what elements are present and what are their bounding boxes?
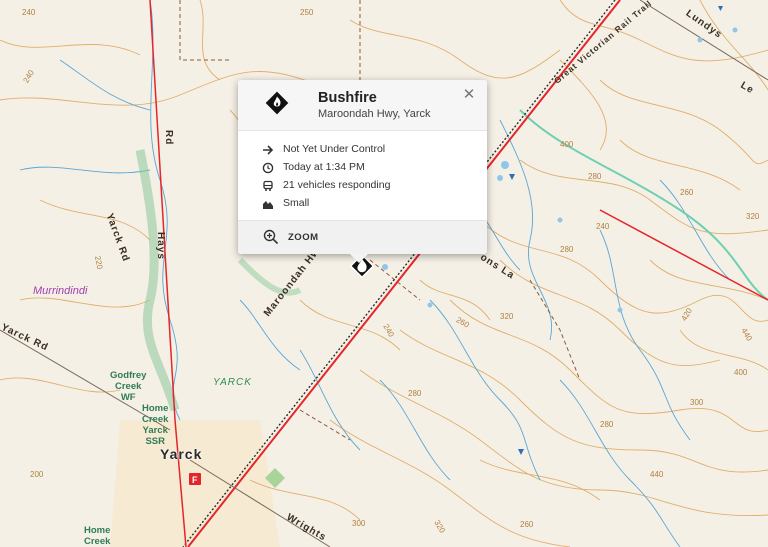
fire-station-icon[interactable]: F xyxy=(189,473,201,485)
bushfire-icon xyxy=(265,91,289,115)
popup-details: Not Yet Under Control Today at 1:34 PM 2… xyxy=(238,131,487,213)
road-label-hays: Hays xyxy=(155,232,166,260)
fire-station-label-godfrey-creek: Godfrey Creek WF xyxy=(110,370,147,403)
contour-label: 200 xyxy=(30,470,44,479)
arrow-right-icon xyxy=(263,145,274,155)
detail-status: Not Yet Under Control xyxy=(238,141,487,159)
svg-text:F: F xyxy=(192,475,198,485)
zoom-in-icon xyxy=(263,229,279,245)
contour-label: 320 xyxy=(500,312,514,321)
popup-title: Bushfire xyxy=(318,90,377,106)
contour-label: 320 xyxy=(746,212,760,221)
popup-location: Maroondah Hwy, Yarck xyxy=(318,108,431,120)
contour-label: 300 xyxy=(690,398,704,407)
detail-time: Today at 1:34 PM xyxy=(238,159,487,177)
locality-label: YARCK xyxy=(213,377,252,388)
detail-vehicles-text: 21 vehicles responding xyxy=(283,179,391,191)
incident-popup: Bushfire Maroondah Hwy, Yarck ✕ Not Yet … xyxy=(238,80,487,263)
truck-icon xyxy=(263,180,273,191)
contour-label: 240 xyxy=(22,8,36,17)
detail-status-text: Not Yet Under Control xyxy=(283,143,386,155)
popup-pointer xyxy=(350,254,368,263)
clock-icon xyxy=(262,162,274,174)
detail-size: Small xyxy=(238,195,487,213)
road-label-rd: Rd xyxy=(163,130,174,146)
detail-time-text: Today at 1:34 PM xyxy=(283,161,365,173)
area-icon xyxy=(263,201,273,209)
contour-label: 250 xyxy=(300,8,314,17)
popup-header: Bushfire Maroondah Hwy, Yarck ✕ xyxy=(238,80,487,131)
popup-footer: ZOOM xyxy=(238,220,487,254)
region-label: Murrindindi xyxy=(33,285,88,297)
contour-label: 400 xyxy=(560,140,574,149)
fire-station-label-home-creek: Home Creek xyxy=(84,525,111,547)
fire-station-label-home-creek-yarck: Home Creek Yarck SSR xyxy=(142,403,169,447)
contour-label: 260 xyxy=(680,188,694,197)
contour-label: 280 xyxy=(560,245,574,254)
zoom-label: ZOOM xyxy=(288,232,319,243)
town-label: Yarck xyxy=(160,446,203,462)
contour-label: 300 xyxy=(352,519,366,528)
detail-size-text: Small xyxy=(283,197,310,209)
contour-label: 240 xyxy=(596,222,610,231)
contour-label: 400 xyxy=(734,368,748,377)
detail-vehicles: 21 vehicles responding xyxy=(238,177,487,195)
contour-label: 280 xyxy=(408,389,422,398)
contour-label: 280 xyxy=(588,172,602,181)
contour-label: 260 xyxy=(520,520,534,529)
contour-label: 280 xyxy=(600,420,614,429)
contour-label: 440 xyxy=(650,470,664,479)
close-icon[interactable]: ✕ xyxy=(461,87,477,103)
